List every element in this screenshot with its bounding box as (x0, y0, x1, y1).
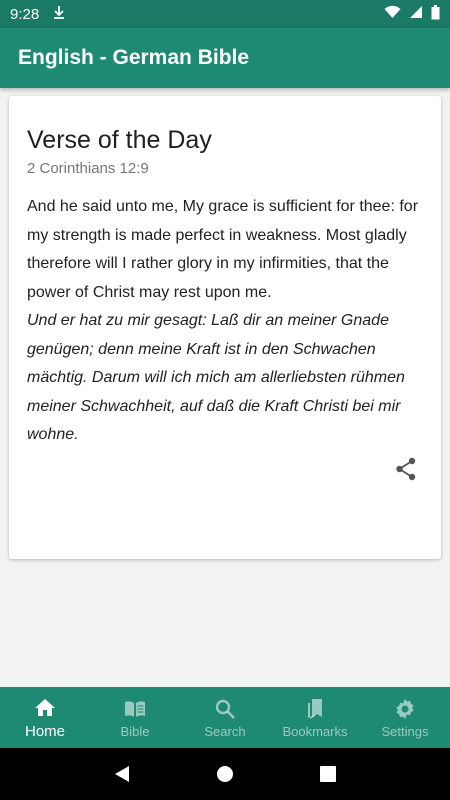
nav-settings[interactable]: Settings (360, 687, 450, 748)
verse-text-english: And he said unto me, My grace is suffici… (27, 198, 419, 301)
verse-text-german: Und er hat zu mir gesagt: Laß dir an mei… (27, 312, 405, 443)
app-bar: English - German Bible (0, 28, 450, 88)
nav-home-label: Home (24, 722, 65, 740)
home-circle-icon (216, 766, 233, 782)
verse-of-the-day-card: Verse of the Day 2 Corinthians 12:9 And … (9, 96, 441, 559)
nav-bookmarks-label: Bookmarks (282, 723, 348, 739)
status-bar: 9:28 (0, 0, 450, 28)
book-icon (125, 700, 145, 717)
gear-icon (396, 698, 414, 719)
app-title: English - German Bible (18, 46, 250, 69)
nav-bookmarks[interactable]: Bookmarks (270, 687, 360, 748)
share-icon (395, 457, 417, 486)
verse-reference: 2 Corinthians 12:9 (27, 160, 149, 177)
share-button[interactable] (393, 457, 419, 486)
wifi-icon (384, 5, 401, 23)
home-button[interactable] (205, 754, 245, 794)
bookmarks-icon (308, 698, 322, 719)
bottom-navigation: Home Bible Search Bookmarks Settings (0, 687, 450, 748)
back-icon (114, 766, 129, 782)
nav-settings-label: Settings (381, 723, 429, 739)
recents-icon (320, 766, 337, 782)
search-icon (215, 699, 235, 719)
system-navigation-bar (0, 748, 450, 800)
nav-bible[interactable]: Bible (90, 687, 180, 748)
status-time: 9:28 (10, 5, 40, 23)
nav-search-label: Search (204, 723, 246, 739)
card-title: Verse of the Day (27, 126, 212, 154)
home-icon (35, 698, 55, 716)
download-icon (53, 5, 65, 23)
status-icons (384, 4, 440, 24)
battery-icon (431, 4, 440, 24)
nav-home[interactable]: Home (0, 687, 90, 748)
back-button[interactable] (102, 754, 142, 794)
nav-search[interactable]: Search (180, 687, 270, 748)
signal-icon (409, 5, 423, 23)
nav-bible-label: Bible (120, 723, 150, 739)
recents-button[interactable] (308, 754, 348, 794)
